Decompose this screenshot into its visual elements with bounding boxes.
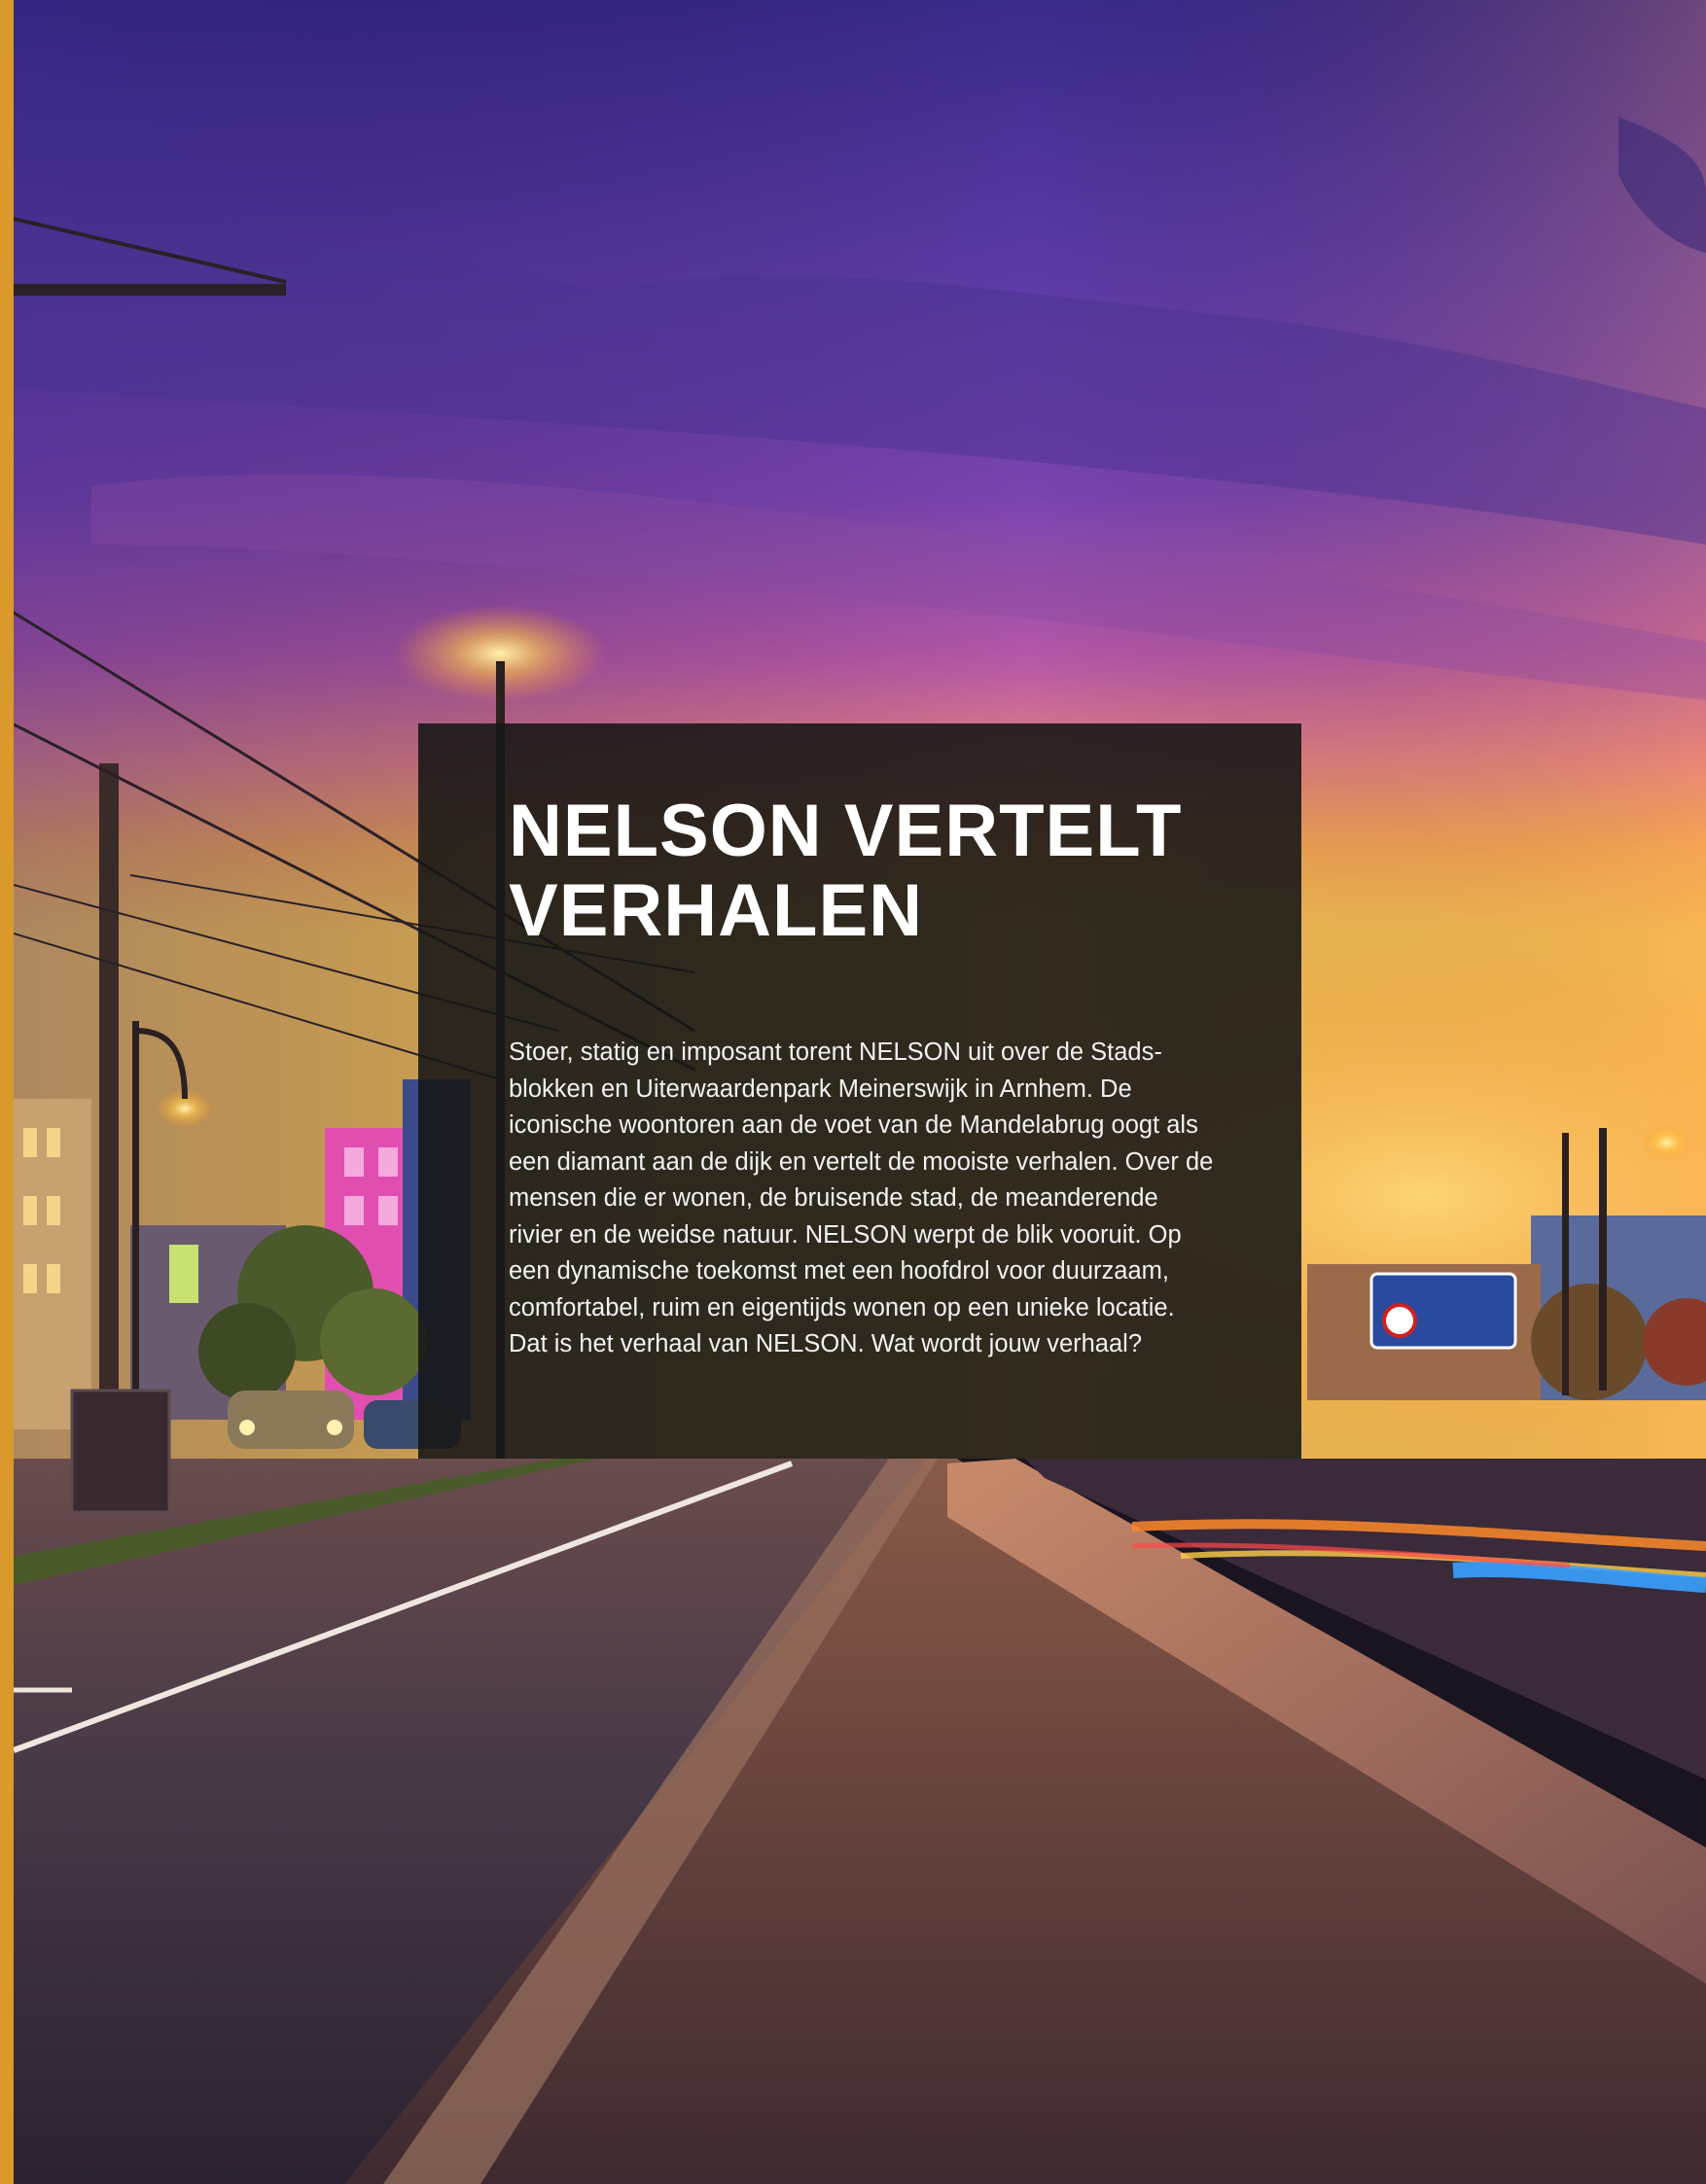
intro-paragraph: Stoer, statig en imposant torent NELSON … — [509, 1039, 1214, 1357]
accent-bar — [0, 0, 14, 2184]
brochure-page: NELSON VERTELT VERHALEN Stoer, statig en… — [0, 0, 1706, 2184]
page-title: NELSON VERTELT VERHALEN — [509, 790, 1183, 952]
intro-text-panel: NELSON VERTELT VERHALEN Stoer, statig en… — [418, 723, 1301, 1459]
